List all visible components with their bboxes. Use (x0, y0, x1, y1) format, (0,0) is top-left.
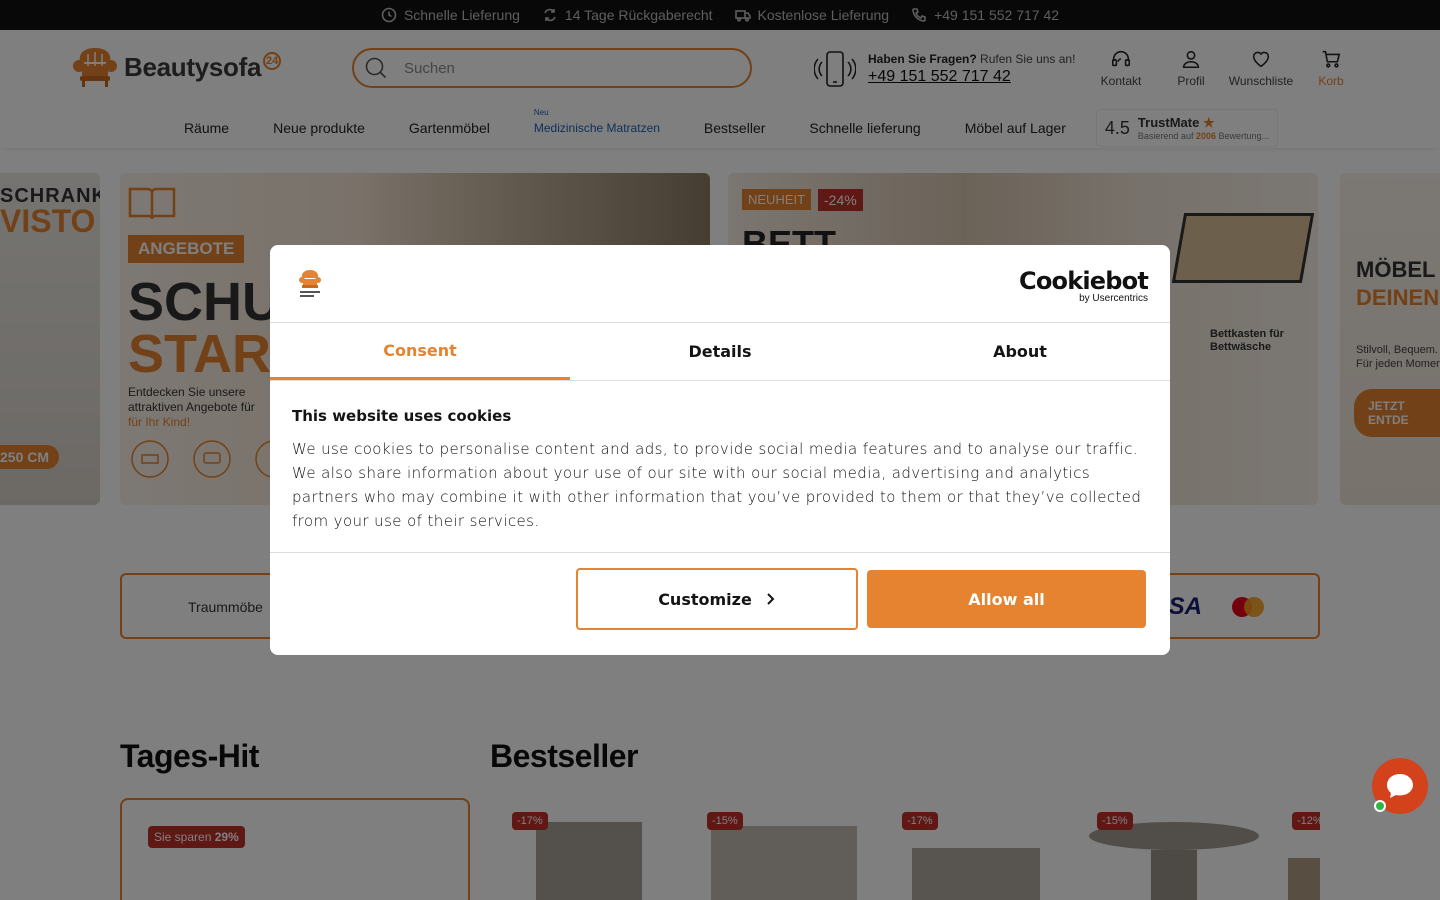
cookie-consent-dialog: Cookiebot by Usercentrics Consent Detail… (270, 245, 1170, 655)
dialog-footer: Customize Allow all (270, 553, 1170, 653)
dialog-text: We use cookies to personalise content an… (292, 440, 1142, 530)
online-indicator (1374, 800, 1386, 812)
dialog-tabs: Consent Details About (270, 323, 1170, 381)
allow-all-button[interactable]: Allow all (867, 570, 1146, 628)
tab-consent[interactable]: Consent (270, 323, 570, 380)
dialog-body: This website uses cookies We use cookies… (270, 381, 1170, 553)
customize-button[interactable]: Customize (576, 568, 858, 630)
tab-about[interactable]: About (870, 323, 1170, 380)
chevron-right-icon (767, 593, 775, 605)
customize-label: Customize (658, 589, 752, 609)
tab-details[interactable]: Details (570, 323, 870, 380)
dialog-heading: This website uses cookies (292, 407, 512, 425)
dialog-header: Cookiebot by Usercentrics (270, 245, 1170, 323)
chat-bubble-icon (1387, 774, 1413, 798)
cookiebot-logo[interactable]: Cookiebot by Usercentrics (1019, 267, 1149, 304)
chat-button[interactable] (1372, 758, 1428, 814)
cookiebot-brand: Cookiebot (1019, 267, 1149, 295)
beautysofa-small-logo (299, 270, 321, 297)
